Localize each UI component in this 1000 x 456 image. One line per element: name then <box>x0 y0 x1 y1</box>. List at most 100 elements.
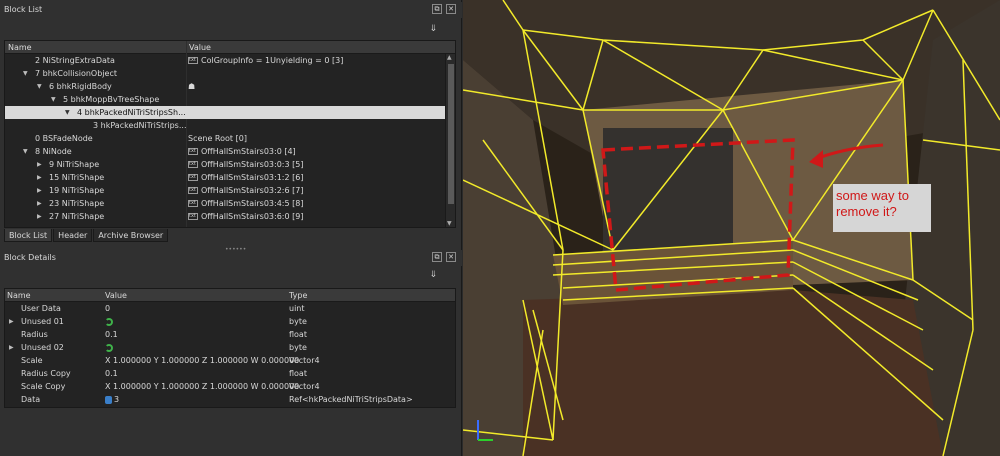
left-panel: Block List ⧉ ✕ ⇓ Name Value 2 NiStringEx… <box>0 0 462 456</box>
expand-arrow-icon[interactable]: ▶ <box>9 341 14 354</box>
block-tree: Name Value 2 NiStringExtraData txt ColGro… <box>4 40 456 228</box>
details-col-name[interactable]: Name <box>7 289 31 302</box>
block-list-title: Block List <box>4 5 43 14</box>
details-row-name: Unused 01 <box>21 317 64 326</box>
details-col-type[interactable]: Type <box>289 289 307 302</box>
refresh-icon[interactable] <box>105 315 113 328</box>
details-row-value[interactable]: X 1.000000 Y 1.000000 Z 1.000000 W 0.000… <box>105 380 299 393</box>
details-row[interactable]: ▶ Unused 01 byte <box>5 315 455 328</box>
collapse-all-icon[interactable]: ⇓ <box>429 24 437 34</box>
tree-row-name: 23 NiTriShape <box>49 199 105 208</box>
details-row-name: Data <box>21 395 41 404</box>
tree-row[interactable]: 2 NiStringExtraData txt ColGroupInfo = 1U… <box>5 54 445 67</box>
tree-header: Name Value <box>5 41 455 54</box>
tree-row-value: ColGroupInfo = 1Unyielding = 0 [3] <box>201 56 344 65</box>
tree-row-name: 4 bhkPackedNiTriStripsSh... <box>77 108 186 117</box>
text-type-icon: txt <box>188 161 198 168</box>
tree-col-value[interactable]: Value <box>189 41 211 54</box>
expand-arrow-icon[interactable]: ▶ <box>37 184 42 197</box>
tree-row[interactable]: ▶ 9 NiTriShape txt OffHallSmStairs03:0:3 … <box>5 158 445 171</box>
details-row-type: Vector4 <box>289 356 320 365</box>
details-row[interactable]: Data 3 [hkPackedNiTriStripsData] Ref<hkP… <box>5 393 455 406</box>
float-panel-icon[interactable]: ⧉ <box>432 4 442 14</box>
tree-row[interactable]: 3 hkPackedNiTriStrips... <box>5 119 445 132</box>
details-row-type: uint <box>289 304 305 313</box>
details-row-value[interactable]: X 1.000000 Y 1.000000 Z 1.000000 W 0.000… <box>105 354 299 367</box>
expand-arrow-icon[interactable]: ▼ <box>51 93 56 106</box>
expand-arrow-icon[interactable]: ▼ <box>37 80 42 93</box>
details-row-name: Scale Copy <box>21 382 66 391</box>
tree-row[interactable]: ▶ 15 NiTriShape txt OffHallSmStairs03:1:2… <box>5 171 445 184</box>
link-icon <box>105 395 112 404</box>
annotation-callout: some way to remove it? <box>833 184 931 232</box>
details-row-value-text: 3 [hkPackedNiTriStripsData] <box>114 395 120 404</box>
details-row-type: Ref<hkPackedNiTriStripsData> <box>289 395 413 404</box>
tree-row-value: OffHallSmStairs03:0:3 [5] <box>201 160 304 169</box>
text-type-icon: txt <box>188 200 198 207</box>
expand-arrow-icon[interactable]: ▼ <box>65 106 70 119</box>
tree-row-value: OffHallSmStairs03:1:2 [6] <box>201 173 304 182</box>
tab-header[interactable]: Header <box>53 229 93 242</box>
expand-arrow-icon[interactable]: ▶ <box>9 315 14 328</box>
tree-row[interactable]: ▼ 6 bhkRigidBody ☗ <box>5 80 445 93</box>
expand-arrow-icon[interactable]: ▶ <box>37 171 42 184</box>
details-row[interactable]: Radius 0.1 float <box>5 328 455 341</box>
text-type-icon: txt <box>188 187 198 194</box>
tree-scrollbar[interactable]: ▲ ▼ <box>445 54 455 227</box>
details-row-value[interactable]: 0 <box>105 302 110 315</box>
details-row[interactable]: Radius Copy 0.1 float <box>5 367 455 380</box>
details-row-name: User Data <box>21 304 61 313</box>
details-row[interactable]: Scale Copy X 1.000000 Y 1.000000 Z 1.000… <box>5 380 455 393</box>
tree-row-name: 7 bhkCollisionObject <box>35 69 117 78</box>
details-row-type: Vector4 <box>289 382 320 391</box>
tab-block-list[interactable]: Block List <box>4 229 53 242</box>
expand-arrow-icon[interactable]: ▼ <box>23 145 28 158</box>
tree-row-name: 15 NiTriShape <box>49 173 105 182</box>
tree-row-name: 27 NiTriShape <box>49 212 105 221</box>
details-row-name: Radius Copy <box>21 369 71 378</box>
details-row-type: byte <box>289 343 307 352</box>
details-col-value[interactable]: Value <box>105 289 127 302</box>
tree-row[interactable]: ▼ 7 bhkCollisionObject <box>5 67 445 80</box>
scroll-down-icon[interactable]: ▼ <box>447 220 452 227</box>
details-row-value[interactable]: 0.1 <box>105 328 118 341</box>
float-panel-icon[interactable]: ⧉ <box>432 252 442 262</box>
tree-row-name: 19 NiTriShape <box>49 186 105 195</box>
tree-row[interactable]: ▶ 23 NiTriShape txt OffHallSmStairs03:4:5… <box>5 197 445 210</box>
block-details-title-bar: Block Details ⧉ ✕ <box>0 250 462 266</box>
tree-row-selected[interactable]: ▼ 4 bhkPackedNiTriStripsSh... <box>5 106 445 119</box>
tree-row-name: 9 NiTriShape <box>49 160 100 169</box>
close-panel-icon[interactable]: ✕ <box>446 252 456 262</box>
refresh-icon[interactable] <box>105 341 113 354</box>
details-row-type: float <box>289 330 307 339</box>
tree-row-name: 5 bhkMoppBvTreeShape <box>63 95 160 104</box>
tree-row-name: 2 NiStringExtraData <box>35 56 115 65</box>
details-row[interactable]: User Data 0 uint <box>5 302 455 315</box>
block-details-title: Block Details <box>4 253 56 262</box>
tree-row[interactable]: ▶ 19 NiTriShape txt OffHallSmStairs03:2:6… <box>5 184 445 197</box>
tree-row[interactable]: 0 BSFadeNode Scene Root [0] <box>5 132 445 145</box>
close-panel-icon[interactable]: ✕ <box>446 4 456 14</box>
tab-archive-browser[interactable]: Archive Browser <box>93 229 169 242</box>
scroll-up-icon[interactable]: ▲ <box>447 54 452 61</box>
details-row[interactable]: Scale X 1.000000 Y 1.000000 Z 1.000000 W… <box>5 354 455 367</box>
rigid-body-icon: ☗ <box>188 82 196 91</box>
tree-row-name: 3 hkPackedNiTriStrips... <box>93 121 187 130</box>
tree-row[interactable]: ▶ 27 NiTriShape txt OffHallSmStairs03:6:0… <box>5 210 445 223</box>
expand-arrow-icon[interactable]: ▶ <box>37 158 42 171</box>
collapse-all-icon[interactable]: ⇓ <box>429 270 437 280</box>
tree-row[interactable]: ▼ 5 bhkMoppBvTreeShape <box>5 93 445 106</box>
details-row-value[interactable]: 0.1 <box>105 367 118 380</box>
tree-row[interactable]: ▼ 8 NiNode txt OffHallSmStairs03:0 [4] <box>5 145 445 158</box>
expand-arrow-icon[interactable]: ▶ <box>37 197 42 210</box>
expand-arrow-icon[interactable]: ▼ <box>23 67 28 80</box>
block-details-table: Name Value Type User Data 0 uint ▶ Unuse… <box>4 288 456 408</box>
details-row-type: byte <box>289 317 307 326</box>
text-type-icon: txt <box>188 174 198 181</box>
expand-arrow-icon[interactable]: ▶ <box>37 210 42 223</box>
details-row-value[interactable]: 3 [hkPackedNiTriStripsData] <box>105 393 119 406</box>
tree-row-value: OffHallSmStairs03:6:0 [9] <box>201 212 304 221</box>
details-row[interactable]: ▶ Unused 02 byte <box>5 341 455 354</box>
tree-col-name[interactable]: Name <box>8 41 32 54</box>
tree-scroll-thumb[interactable] <box>448 64 454 204</box>
